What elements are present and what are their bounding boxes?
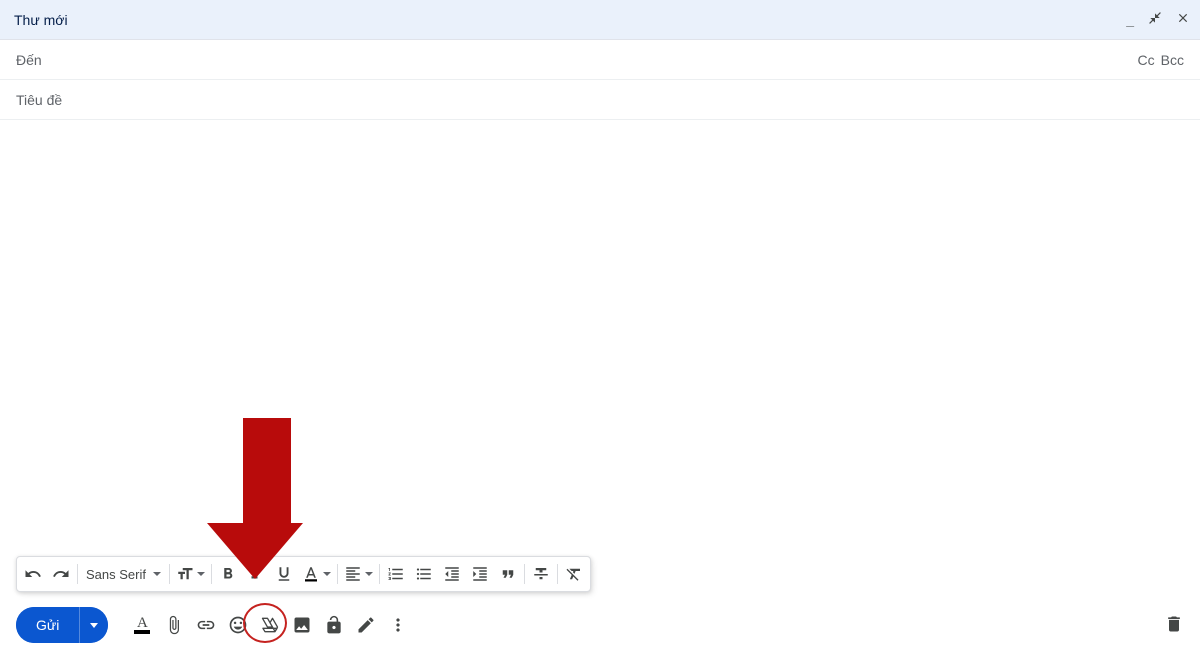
bold-button[interactable]	[214, 559, 242, 589]
cc-button[interactable]: Cc	[1138, 52, 1155, 68]
cc-bcc-group: Cc Bcc	[1138, 52, 1184, 68]
text-color-button[interactable]	[298, 559, 335, 589]
attach-file-button[interactable]	[158, 609, 190, 641]
send-button-group: Gửi	[16, 607, 108, 643]
font-family-select[interactable]: Sans Serif	[80, 559, 167, 589]
compose-header: Thư mới _	[0, 0, 1200, 40]
formatting-toolbar-wrap: Sans Serif	[16, 556, 591, 592]
send-options-button[interactable]	[80, 607, 108, 643]
chevron-down-icon	[90, 623, 98, 628]
strikethrough-button[interactable]	[527, 559, 555, 589]
send-button[interactable]: Gửi	[16, 607, 79, 643]
window-title: Thư mới	[14, 12, 1126, 28]
window-controls: _	[1126, 11, 1190, 28]
expand-icon[interactable]	[1148, 11, 1162, 28]
chevron-down-icon	[197, 572, 205, 576]
compose-window: Thư mới _ Đến Cc Bcc	[0, 0, 1200, 651]
chevron-down-icon	[323, 572, 331, 576]
formatting-options-button[interactable]: A	[126, 609, 158, 641]
bulleted-list-button[interactable]	[410, 559, 438, 589]
font-family-label: Sans Serif	[86, 567, 146, 582]
insert-link-button[interactable]	[190, 609, 222, 641]
more-options-button[interactable]	[382, 609, 414, 641]
insert-photo-button[interactable]	[286, 609, 318, 641]
formatting-toolbar: Sans Serif	[16, 556, 591, 592]
chevron-down-icon	[153, 572, 161, 576]
insert-emoji-button[interactable]	[222, 609, 254, 641]
undo-button[interactable]	[19, 559, 47, 589]
indent-more-button[interactable]	[466, 559, 494, 589]
recipients-row[interactable]: Đến Cc Bcc	[0, 40, 1200, 80]
bcc-button[interactable]: Bcc	[1161, 52, 1184, 68]
align-button[interactable]	[340, 559, 377, 589]
bottom-action-bar: Gửi A	[0, 599, 1200, 651]
confidential-mode-button[interactable]	[318, 609, 350, 641]
message-body[interactable]	[0, 120, 1200, 550]
subject-input[interactable]	[16, 92, 1184, 108]
minimize-icon[interactable]: _	[1126, 12, 1134, 28]
insert-drive-button[interactable]	[254, 609, 286, 641]
quote-button[interactable]	[494, 559, 522, 589]
insert-signature-button[interactable]	[350, 609, 382, 641]
chevron-down-icon	[365, 572, 373, 576]
redo-button[interactable]	[47, 559, 75, 589]
close-icon[interactable]	[1176, 11, 1190, 28]
to-label: Đến	[16, 52, 1138, 68]
indent-less-button[interactable]	[438, 559, 466, 589]
underline-button[interactable]	[270, 559, 298, 589]
font-size-button[interactable]	[172, 559, 209, 589]
discard-draft-button[interactable]	[1164, 614, 1184, 637]
subject-row	[0, 80, 1200, 120]
italic-button[interactable]	[242, 559, 270, 589]
compose-icon-row: A	[126, 609, 414, 641]
numbered-list-button[interactable]	[382, 559, 410, 589]
remove-formatting-button[interactable]	[560, 559, 588, 589]
